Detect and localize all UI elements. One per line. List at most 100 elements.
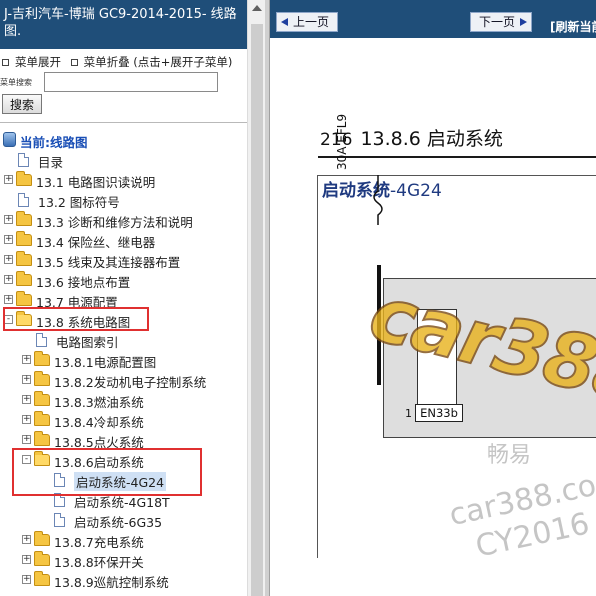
folder-icon — [34, 411, 50, 426]
folder-icon — [16, 271, 32, 286]
expand-toggle-icon[interactable]: + — [22, 355, 31, 364]
tree-page-item[interactable]: 启动系统-6G35 — [0, 510, 247, 530]
tree-folder-item[interactable]: +13.1 电路图识读说明 — [0, 170, 247, 190]
tree-item-label: 13.6 接地点布置 — [36, 275, 131, 290]
tree-item-label: 13.8.4冷却系统 — [54, 415, 144, 430]
page-toolbar: 上一页 下一页 [刷新当前 — [270, 0, 596, 38]
document-icon — [54, 513, 65, 527]
collapse-icon — [70, 59, 78, 66]
tree-folder-item[interactable]: +13.8.5点火系统 — [0, 430, 247, 450]
search-button[interactable]: 搜索 — [2, 94, 42, 114]
scroll-up-arrow-icon[interactable] — [252, 5, 262, 11]
document-icon — [18, 153, 29, 167]
next-page-button[interactable]: 下一页 — [470, 12, 532, 32]
document-icon — [36, 333, 47, 347]
highlight-box — [12, 448, 202, 496]
tree-folder-item[interactable]: +13.8.9巡航控制系统 — [0, 570, 247, 590]
expand-toggle-icon[interactable]: + — [22, 555, 31, 564]
menu-expand-link[interactable]: 菜单展开 — [0, 54, 61, 70]
tree-folder-item[interactable]: +13.8.2发动机电子控制系统 — [0, 370, 247, 390]
header-rule — [318, 156, 596, 158]
expand-icon — [2, 59, 9, 66]
folder-icon — [34, 531, 50, 546]
previous-page-label: 上一页 — [293, 15, 330, 29]
content-pane: 上一页 下一页 [刷新当前 21613.8.6 启动系统 启动系统-4G24 3… — [265, 0, 596, 596]
tree-folder-item[interactable]: +13.5 线束及其连接器布置 — [0, 250, 247, 270]
tree-folder-item[interactable]: +13.8.1电源配置图 — [0, 350, 247, 370]
folder-icon — [34, 351, 50, 366]
computer-icon — [3, 132, 16, 147]
expand-toggle-icon[interactable]: + — [4, 235, 13, 244]
pin-number: 1 — [405, 407, 412, 420]
tree-item-label: 13.4 保险丝、继电器 — [36, 235, 156, 250]
tree-item-label: 13.1 电路图识读说明 — [36, 175, 156, 190]
next-page-label: 下一页 — [479, 15, 516, 29]
tree-item-label: 13.3 诊断和维修方法和说明 — [36, 215, 193, 230]
menu-collapse-label: 菜单折叠 (点击+展开子菜单) — [83, 55, 233, 69]
refresh-current-link[interactable]: [刷新当前 — [550, 18, 596, 35]
search-label: 菜单搜索 — [0, 78, 32, 87]
expand-toggle-icon[interactable]: + — [22, 395, 31, 404]
expand-toggle-icon[interactable]: + — [22, 435, 31, 444]
tree-folder-item[interactable]: +13.4 保险丝、继电器 — [0, 230, 247, 250]
connector-label: EN33b — [415, 404, 463, 422]
menu-controls: 菜单展开 菜单折叠 (点击+展开子菜单) — [0, 54, 247, 70]
section-title: 13.8.6 启动系统 — [360, 128, 503, 150]
navigation-pane: J-吉利汽车-博瑞 GC9-2014-2015- 线路图. 菜单展开 菜单折叠 … — [0, 0, 247, 596]
folder-icon — [34, 391, 50, 406]
tree-item-label: 启动系统-6G35 — [74, 515, 163, 530]
expand-toggle-icon[interactable]: + — [22, 375, 31, 384]
tree-folder-item[interactable]: +13.8.7充电系统 — [0, 530, 247, 550]
arrow-left-icon — [281, 18, 288, 26]
tree-item-label: 目录 — [38, 155, 64, 170]
tree-item-label: 13.5 线束及其连接器布置 — [36, 255, 181, 270]
fuse-symbol-icon — [373, 175, 383, 225]
folder-icon — [34, 551, 50, 566]
current-location-label: 当前:线路图 — [20, 135, 88, 150]
tree-item-label: 13.8.2发动机电子控制系统 — [54, 375, 207, 390]
folder-icon — [16, 231, 32, 246]
folder-icon — [16, 211, 32, 226]
tree-item-label: 13.8.7充电系统 — [54, 535, 144, 550]
tree-folder-item[interactable]: +13.8.8环保开关 — [0, 550, 247, 570]
expand-toggle-icon[interactable]: + — [4, 255, 13, 264]
tree-page-item[interactable]: 13.2 图标符号 — [0, 190, 247, 210]
folder-icon — [34, 431, 50, 446]
expand-toggle-icon[interactable]: + — [4, 295, 13, 304]
current-location[interactable]: 当前:线路图 — [0, 130, 247, 150]
document-icon — [18, 193, 29, 207]
folder-icon — [34, 571, 50, 586]
expand-toggle-icon[interactable]: + — [4, 175, 13, 184]
watermark-text: 畅易 — [487, 443, 532, 468]
search-input[interactable] — [44, 72, 218, 92]
folder-icon — [16, 251, 32, 266]
tree-item-label: 13.8.9巡航控制系统 — [54, 575, 169, 590]
divider — [0, 122, 247, 123]
tree-item-label: 13.8.1电源配置图 — [54, 355, 157, 370]
scroll-thumb[interactable] — [251, 24, 263, 596]
app-window: J-吉利汽车-博瑞 GC9-2014-2015- 线路图. 菜单展开 菜单折叠 … — [0, 0, 596, 596]
tree-folder-item[interactable]: +13.6 接地点布置 — [0, 270, 247, 290]
fuse-label: 30A EFL9 — [335, 113, 349, 170]
expand-toggle-icon[interactable]: + — [4, 215, 13, 224]
expand-toggle-icon[interactable]: + — [4, 275, 13, 284]
vertical-scrollbar[interactable] — [247, 0, 265, 596]
tree-folder-item[interactable]: +13.8.4冷却系统 — [0, 410, 247, 430]
folder-icon — [16, 291, 32, 306]
menu-collapse-link[interactable]: 菜单折叠 (点击+展开子菜单) — [69, 54, 233, 70]
expand-toggle-icon[interactable]: + — [22, 535, 31, 544]
tree-page-item[interactable]: 电路图索引 — [0, 330, 247, 350]
expand-toggle-icon[interactable]: + — [22, 415, 31, 424]
tree-item-label: 13.8.8环保开关 — [54, 555, 144, 570]
tree-item-label: 电路图索引 — [56, 335, 119, 350]
menu-expand-label: 菜单展开 — [15, 55, 61, 69]
tree-folder-item[interactable]: +13.8.3燃油系统 — [0, 390, 247, 410]
tree-item-label: 13.2 图标符号 — [38, 195, 120, 210]
tree-folder-item[interactable]: +13.3 诊断和维修方法和说明 — [0, 210, 247, 230]
folder-icon — [16, 171, 32, 186]
tree-item-label: 13.8.3燃油系统 — [54, 395, 144, 410]
expand-toggle-icon[interactable]: + — [22, 575, 31, 584]
tree-page-item[interactable]: 目录 — [0, 150, 247, 170]
previous-page-button[interactable]: 上一页 — [276, 12, 338, 32]
folder-icon — [34, 371, 50, 386]
